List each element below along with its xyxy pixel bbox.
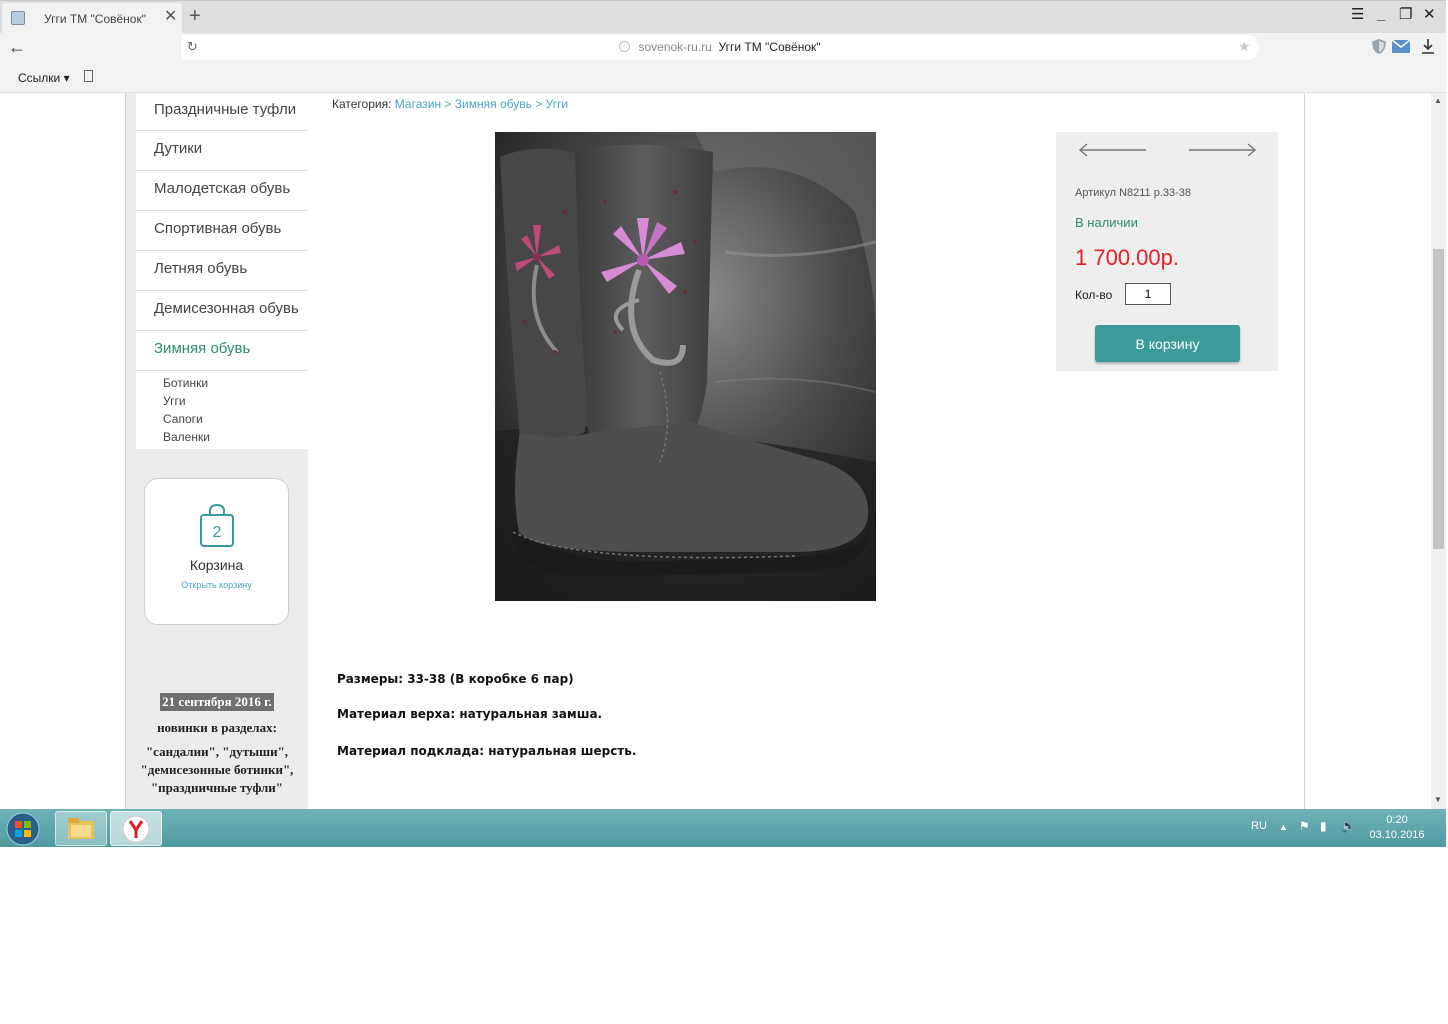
- news-line-3: "праздничные туфли": [150, 780, 284, 795]
- clock-date: 03.10.2016: [1369, 829, 1425, 841]
- breadcrumb-separator: >: [535, 97, 543, 111]
- cart-widget[interactable]: 2 Корзина Открыть корзину: [144, 478, 289, 625]
- submenu-item-uggs[interactable]: Угги: [136, 392, 308, 410]
- new-tab-button[interactable]: +: [189, 6, 201, 26]
- news-line-2: "сандалии", "дутыши", "демисезонные боти…: [140, 744, 294, 777]
- menu-item-sport-shoes[interactable]: Спортивная обувь: [136, 211, 308, 251]
- site-info-icon: [619, 41, 631, 52]
- restore-icon[interactable]: ❐: [1399, 6, 1412, 24]
- submenu-item-valenki[interactable]: Валенки: [136, 428, 308, 446]
- vertical-scrollbar[interactable]: ▲ ▼: [1431, 93, 1446, 809]
- download-icon[interactable]: [1421, 38, 1435, 55]
- description-sizes: Размеры: 33-38 (В коробке 6 пар): [337, 672, 574, 686]
- browser-tab-bar: Угги ТМ "Совёнок" ✕ + ☰ _ ❐ ✕: [0, 0, 1446, 34]
- menu-item-holiday-shoes[interactable]: Праздничные туфли: [136, 93, 308, 131]
- menu-icon[interactable]: ☰: [1351, 6, 1364, 24]
- product-photo[interactable]: [495, 132, 876, 601]
- product-price: 1 700.00р.: [1075, 245, 1179, 270]
- close-window-icon[interactable]: ✕: [1423, 6, 1436, 24]
- submenu-item-boots[interactable]: Ботинки: [136, 374, 308, 392]
- winter-submenu: Ботинки Угги Сапоги Валенки: [136, 371, 308, 449]
- back-arrow-icon[interactable]: ←: [8, 36, 26, 58]
- content-right-border: [1304, 93, 1305, 809]
- taskbar-explorer[interactable]: [55, 811, 107, 846]
- windows-taskbar: RU ▲ ⚑ ▮ 🔈 0:20 03.10.2016: [0, 809, 1446, 847]
- tray-expand-icon[interactable]: ▲: [1279, 822, 1288, 832]
- clock-time: 0:20: [1386, 814, 1408, 826]
- description-upper-material: Материал верха: натуральная замша.: [337, 707, 603, 721]
- previous-product-arrow-icon[interactable]: [1078, 142, 1148, 158]
- breadcrumb: Категория: Магазин > Зимняя обувь > Угги: [332, 97, 568, 111]
- address-bar[interactable]: ↻ sovenok-ru.ru Угги ТМ "Совёнок" ★: [181, 35, 1259, 60]
- close-tab-icon[interactable]: ✕: [164, 8, 177, 26]
- quantity-input[interactable]: [1125, 283, 1171, 305]
- menu-item-dutiki[interactable]: Дутики: [136, 131, 308, 171]
- add-to-cart-button[interactable]: В корзину: [1095, 325, 1240, 362]
- submenu-item-high-boots[interactable]: Сапоги: [136, 410, 308, 428]
- news-date: 21 сентября 2016 г.: [160, 693, 274, 711]
- breadcrumb-uggs[interactable]: Угги: [546, 97, 569, 111]
- scrollbar-thumb[interactable]: [1433, 249, 1444, 549]
- system-clock[interactable]: 0:20 03.10.2016: [1366, 813, 1428, 843]
- yandex-browser-icon: [122, 815, 150, 843]
- buy-box: Артикул N8211 р.33-38 В наличии 1 700.00…: [1056, 132, 1278, 371]
- protect-shield-icon[interactable]: [1371, 38, 1387, 55]
- menu-item-winter-shoes[interactable]: Зимняя обувь: [136, 331, 308, 371]
- address-text: sovenok-ru.ru Угги ТМ "Совёнок": [181, 40, 1259, 54]
- menu-item-toddler-shoes[interactable]: Малодетская обувь: [136, 171, 308, 211]
- taskbar-yandex-browser[interactable]: [110, 811, 162, 846]
- menu-item-summer-shoes[interactable]: Летняя обувь: [136, 251, 308, 291]
- quantity-label: Кол-во: [1075, 288, 1113, 302]
- boot-image: [495, 132, 876, 601]
- navigation-bar: ← ↻ sovenok-ru.ru Угги ТМ "Совёнок" ★: [0, 33, 1446, 62]
- product-article: Артикул N8211 р.33-38: [1075, 187, 1192, 199]
- category-menu: Праздничные туфли Дутики Малодетская обу…: [136, 93, 308, 449]
- menu-item-demiseason-shoes[interactable]: Демисезонная обувь: [136, 291, 308, 331]
- shopping-bag-icon: 2: [200, 503, 234, 547]
- bookmarks-bar: Ссылки ▾: [0, 62, 1446, 93]
- scroll-up-icon[interactable]: ▲: [1434, 96, 1442, 105]
- left-column: Праздничные туфли Дутики Малодетская обу…: [125, 93, 308, 809]
- breadcrumb-prefix: Категория:: [332, 97, 392, 111]
- favicon-icon: [11, 11, 25, 25]
- cart-count: 2: [213, 524, 222, 541]
- browser-tab[interactable]: Угги ТМ "Совёнок" ✕: [2, 3, 182, 34]
- scroll-down-icon[interactable]: ▼: [1434, 795, 1442, 804]
- bookmarks-links-folder[interactable]: Ссылки ▾: [18, 71, 70, 85]
- cart-label: Корзина: [189, 557, 244, 573]
- web-page: Праздничные туфли Дутики Малодетская обу…: [0, 93, 1446, 809]
- tab-title: Угги ТМ "Совёнок": [44, 12, 146, 26]
- keyboard-language[interactable]: RU: [1251, 820, 1267, 832]
- action-center-flag-icon[interactable]: ⚑: [1299, 819, 1310, 833]
- volume-icon[interactable]: 🔈: [1341, 819, 1356, 833]
- bookmark-star-icon[interactable]: ★: [1238, 38, 1251, 54]
- address-page-title: Угги ТМ "Совёнок": [718, 40, 821, 54]
- address-domain: sovenok-ru.ru: [638, 40, 712, 54]
- breadcrumb-shop[interactable]: Магазин: [395, 97, 441, 111]
- power-icon[interactable]: ▮: [1320, 819, 1327, 833]
- minimize-icon[interactable]: _: [1377, 6, 1385, 24]
- breadcrumb-winter-shoes[interactable]: Зимняя обувь: [455, 97, 532, 111]
- stock-status: В наличии: [1075, 215, 1138, 230]
- description-lining-material: Материал подклада: натуральная шерсть.: [337, 744, 637, 758]
- breadcrumb-separator: >: [444, 97, 452, 111]
- folder-icon: [68, 818, 94, 839]
- next-product-arrow-icon[interactable]: [1187, 142, 1257, 158]
- news-line-1: новинки в разделах:: [157, 720, 277, 735]
- open-cart-link[interactable]: Открыть корзину: [145, 580, 288, 590]
- news-block: 21 сентября 2016 г. новинки в разделах: …: [134, 693, 300, 797]
- start-button-icon[interactable]: [6, 812, 40, 846]
- mail-icon[interactable]: [1392, 40, 1410, 53]
- page-icon[interactable]: [84, 70, 93, 82]
